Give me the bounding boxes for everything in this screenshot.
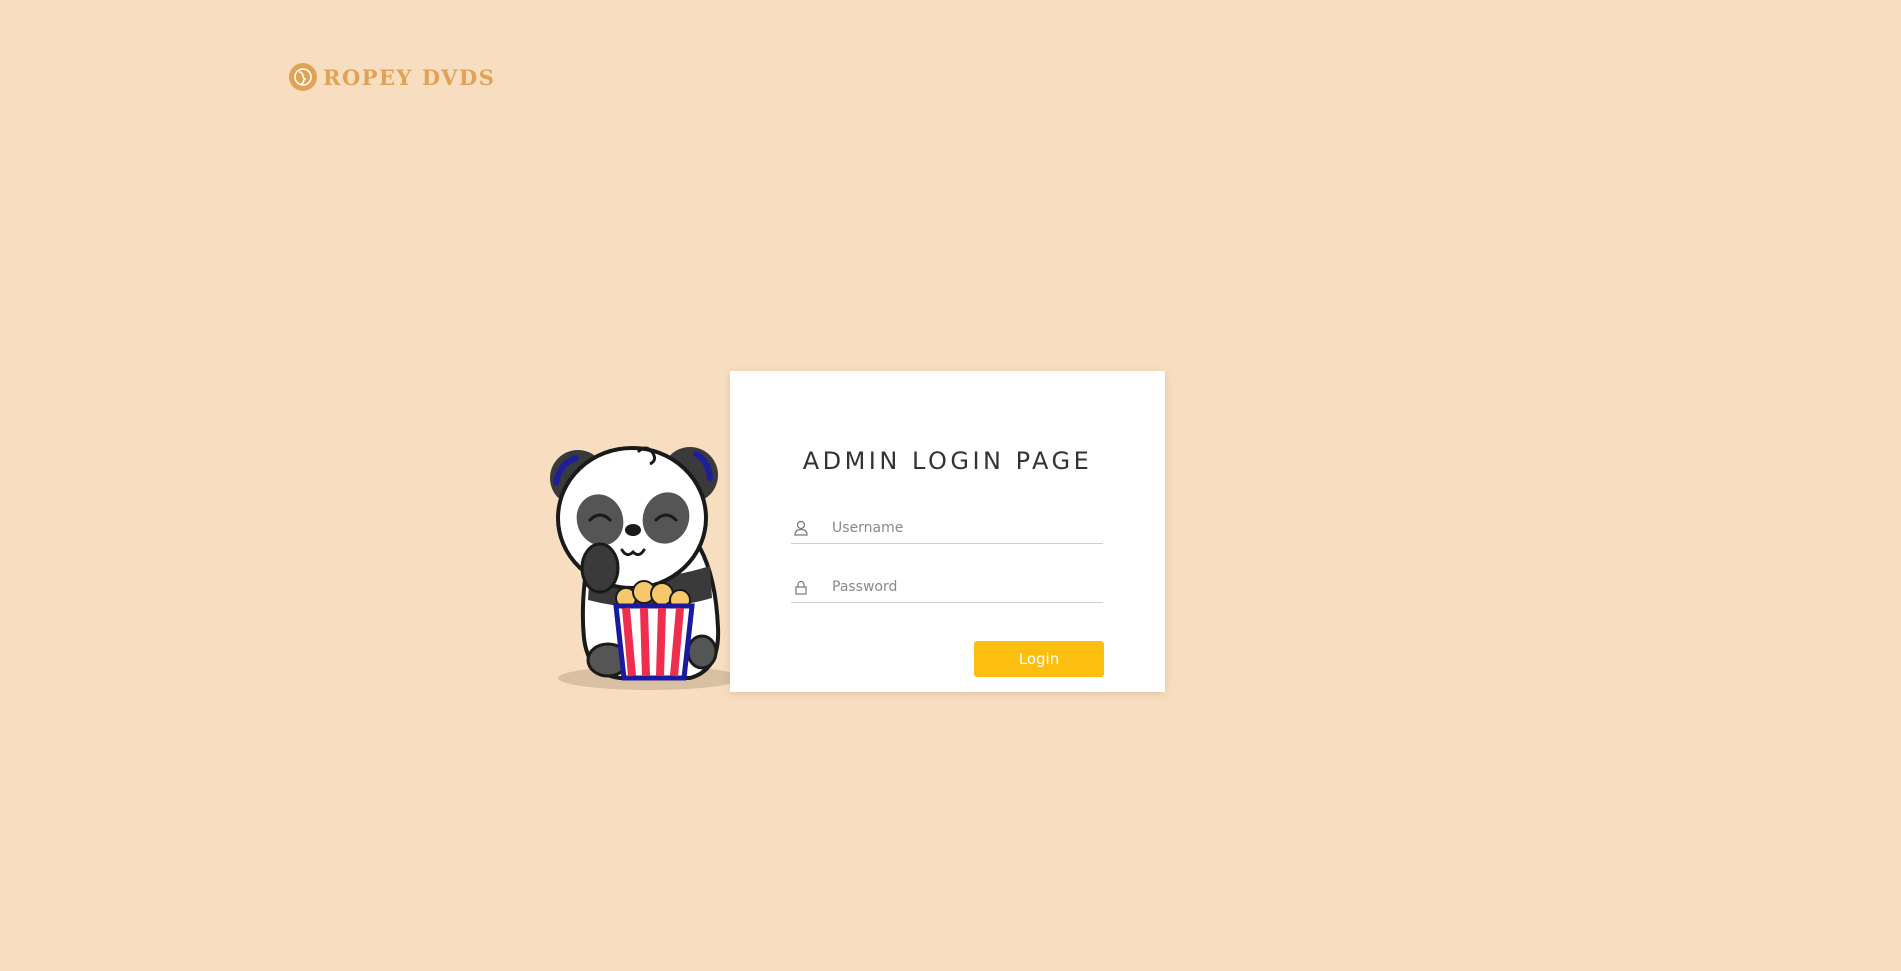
lock-icon <box>791 577 811 597</box>
user-icon <box>791 518 811 538</box>
page-title: ADMIN LOGIN PAGE <box>802 447 1093 475</box>
film-reel-icon <box>289 63 317 91</box>
login-button[interactable]: Login <box>974 641 1104 677</box>
password-field[interactable] <box>791 572 1103 603</box>
password-input[interactable] <box>832 574 1103 600</box>
username-field[interactable] <box>791 513 1103 544</box>
username-input[interactable] <box>832 515 1103 541</box>
brand-name: ROPEY DVDS <box>323 64 496 90</box>
brand-logo[interactable]: ROPEY DVDS <box>289 63 495 91</box>
login-card: ADMIN LOGIN PAGE Login <box>730 371 1165 692</box>
panda-illustration <box>540 438 742 696</box>
